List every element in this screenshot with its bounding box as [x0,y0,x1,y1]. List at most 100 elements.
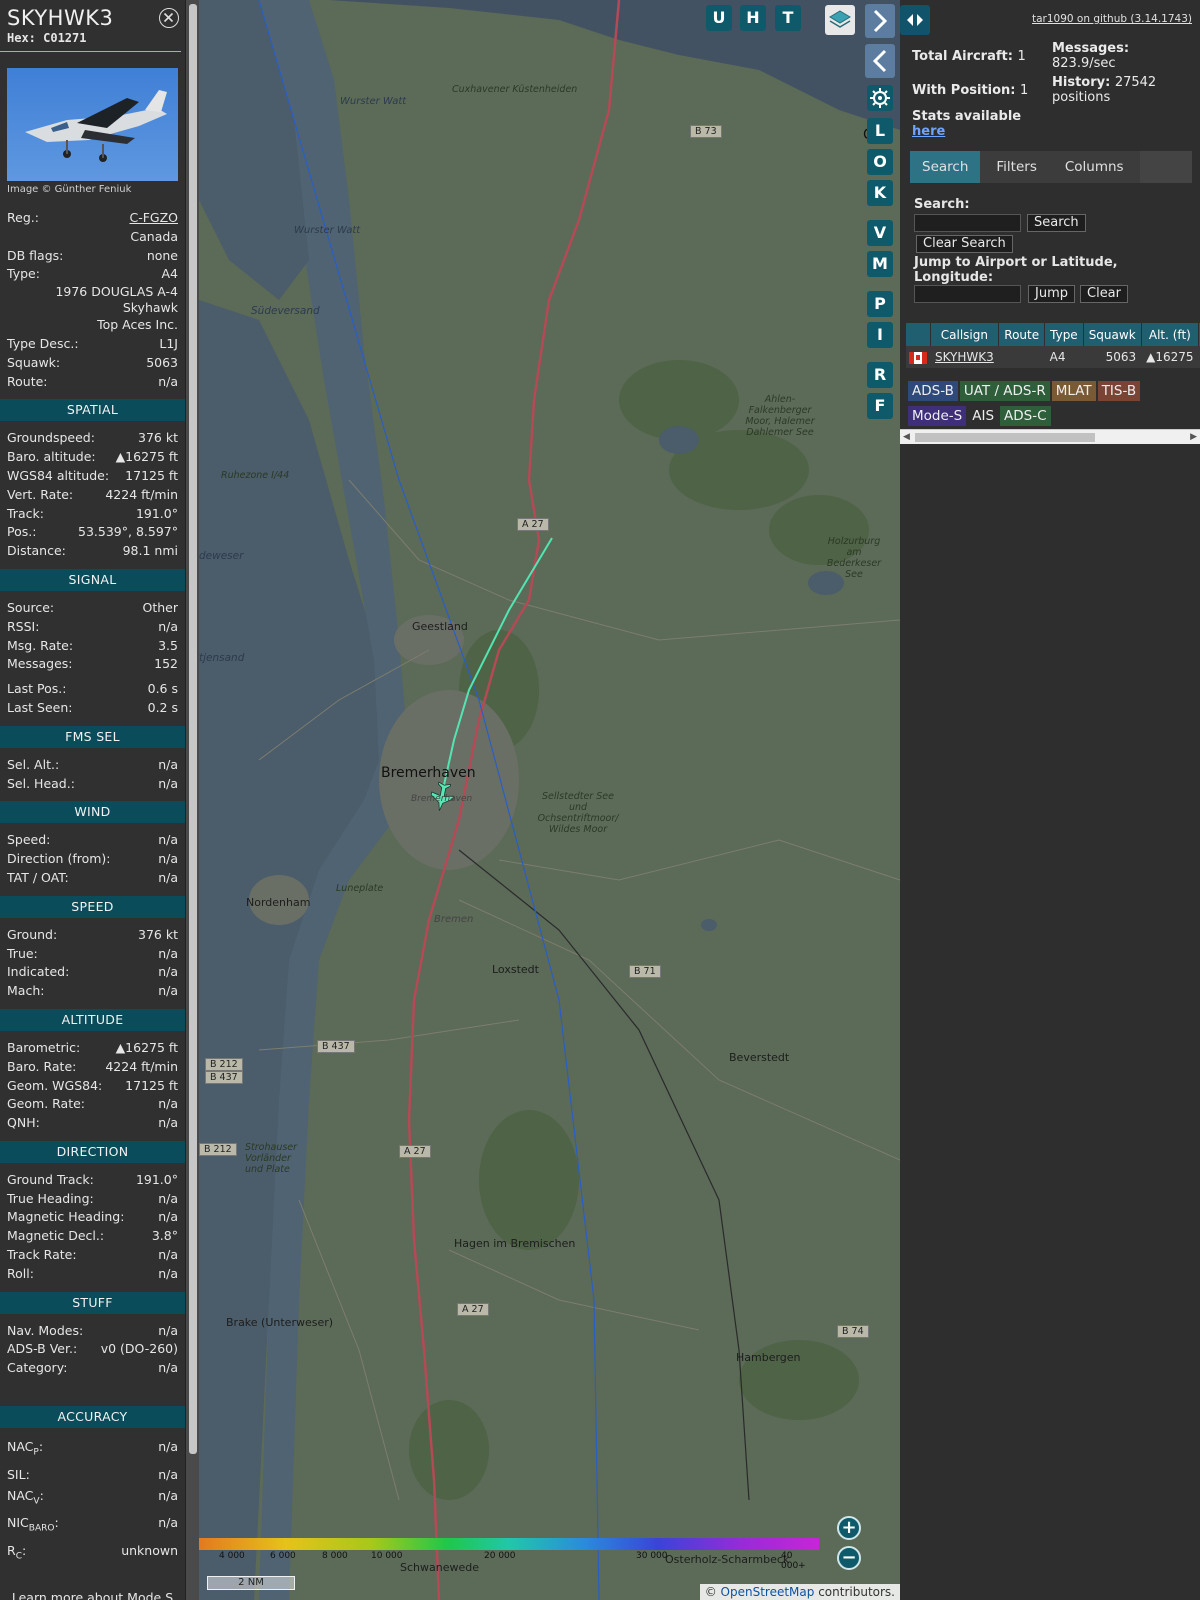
info-row-value: 98.1 nmi [122,543,178,559]
badge-adsc[interactable]: ADS-C [1000,406,1051,426]
table-row[interactable]: SKYHWK3 A4 5063 ▲16275 [906,346,1200,368]
layers-icon[interactable] [825,5,855,35]
info-row-label: Ground: [7,926,58,942]
zoom-in-icon[interactable]: + [837,1516,861,1540]
gear-icon[interactable] [867,85,893,111]
search-input[interactable] [914,214,1021,232]
row-callsign-link[interactable]: SKYHWK3 [930,346,999,368]
aircraft-photo[interactable] [7,68,178,181]
toggle-l-button[interactable]: L [867,118,893,144]
scroll-right-icon[interactable]: ▶ [1190,432,1197,442]
tab-search[interactable]: Search [910,151,981,183]
sil-label: SIL: [7,1466,30,1482]
chevron-left-icon[interactable] [865,44,895,78]
info-row-value: 4224 ft/min [105,486,178,502]
map-label-deweser: deweser [199,550,244,562]
accuracy-rows: NACP: n/a SIL: n/a NACV: n/a NICBARO: n/a RC… [0,1436,185,1567]
search-button[interactable]: Search [1027,214,1086,232]
info-row: QNH: n/a [7,1114,178,1133]
tab-filters[interactable]: Filters [984,151,1048,183]
badge-mlat[interactable]: MLAT [1051,381,1096,401]
toggle-m-button[interactable]: M [867,251,893,277]
road-shield-b437: B 437 [317,1040,355,1053]
clear-button[interactable]: Clear [1080,285,1128,303]
toggle-i-button[interactable]: I [867,322,893,348]
jump-input[interactable] [914,285,1021,303]
toggle-o-button[interactable]: O [867,149,893,175]
info-row: True: n/a [7,945,178,964]
info-row-label: Track Rate: [7,1247,77,1263]
toggle-t-button[interactable]: T [775,5,801,31]
registration-link[interactable]: C-FGZO [129,209,178,228]
osm-link[interactable]: OpenStreetMap [721,1585,815,1599]
map-label-beverstedt: Beverstedt [729,1051,790,1064]
info-row-value: 0.2 s [147,699,178,715]
map-view[interactable]: Cuxhavener Küstenheiden Wurster Watt Wur… [199,0,900,1600]
info-row-label: WGS84 altitude: [7,467,110,483]
info-row: Last Pos.: 0.6 s [7,680,178,699]
badge-ais[interactable]: AIS [968,406,998,426]
flag-icon [906,346,930,368]
toggle-k-button[interactable]: K [867,180,893,206]
info-row: True Heading: n/a [7,1190,178,1209]
info-row: Geom. WGS84: 17125 ft [7,1077,178,1096]
info-row-value: n/a [158,1096,178,1112]
info-row: Barometric: ▲16275 ft [7,1039,178,1058]
info-row-value: 17125 ft [125,1077,178,1093]
zoom-out-icon[interactable]: − [837,1546,861,1570]
info-row: Msg. Rate: 3.5 [7,637,178,656]
info-row-label: Distance: [7,543,66,559]
toggle-v-button[interactable]: V [867,220,893,246]
toggle-h-button[interactable]: H [740,5,766,31]
info-row-value: 191.0° [135,505,178,521]
info-row-label: Geom. Rate: [7,1096,86,1112]
toggle-p-button[interactable]: P [867,291,893,317]
badge-uat[interactable]: UAT / ADS-R [959,381,1050,401]
road-shield-b437-b: B 437 [205,1071,243,1084]
badge-adsb[interactable]: ADS-B [908,381,958,401]
close-icon[interactable] [159,8,179,28]
col-route[interactable]: Route [998,323,1046,346]
info-row-value: 376 kt [138,430,178,446]
badge-tisb[interactable]: TIS-B [1097,381,1141,401]
map-label-bremen: Bremen [434,914,474,925]
scroll-left-icon[interactable]: ◀ [903,432,910,442]
toggle-u-button[interactable]: U [706,5,732,31]
toggle-f-button[interactable]: F [867,393,893,419]
total-aircraft-stat: Total Aircraft: 1 [912,49,1026,64]
row-route [998,346,1045,368]
col-altitude[interactable]: Alt. (ft) [1141,323,1200,346]
row-squawk: 5063 [1083,346,1142,368]
info-row-label: Indicated: [7,964,70,980]
col-type[interactable]: Type [1044,323,1084,346]
expand-sidebar-icon[interactable] [900,5,930,35]
info-row: TAT / OAT: n/a [7,869,178,888]
altitude-rows: Barometric: ▲16275 ft Baro. Rate: 4224 ft/m… [0,1039,185,1133]
info-row: Speed: n/a [7,831,178,850]
toggle-r-button[interactable]: R [867,362,893,388]
badge-modes[interactable]: Mode-S [908,406,967,426]
clear-search-button[interactable]: Clear Search [916,235,1013,253]
info-panel-scrollbar[interactable] [185,0,199,1600]
map-label-bremerhaven-small: Bremerhaven [411,794,473,804]
stats-here-link[interactable]: here [912,124,1021,139]
info-row: RSSI: n/a [7,618,178,637]
info-row: Vert. Rate: 4224 ft/min [7,486,178,505]
col-squawk[interactable]: Squawk [1083,323,1142,346]
selected-callsign: SKYHWK3 [7,6,114,30]
jump-button[interactable]: Jump [1028,285,1075,303]
github-link[interactable]: tar1090 on github (3.14.1743) [1032,13,1192,25]
info-row: Ground: 376 kt [7,926,178,945]
info-row-value: n/a [158,1265,178,1281]
table-horizontal-scrollbar[interactable]: ◀ ▶ [900,429,1200,444]
sidebar-tabs: Search Filters Columns [910,151,1192,183]
info-row-value: n/a [158,1360,178,1376]
chevron-right-icon[interactable] [865,4,895,38]
direction-rows: Ground Track: 191.0° True Heading: n/a Magne… [0,1171,185,1284]
tab-columns[interactable]: Columns [1053,151,1136,183]
dbflags-value: none [146,247,178,263]
col-callsign[interactable]: Callsign [930,323,1000,346]
info-row: Messages: 152 [7,655,178,674]
road-shield-a27: A 27 [517,518,549,531]
info-row-label: Barometric: [7,1039,81,1055]
